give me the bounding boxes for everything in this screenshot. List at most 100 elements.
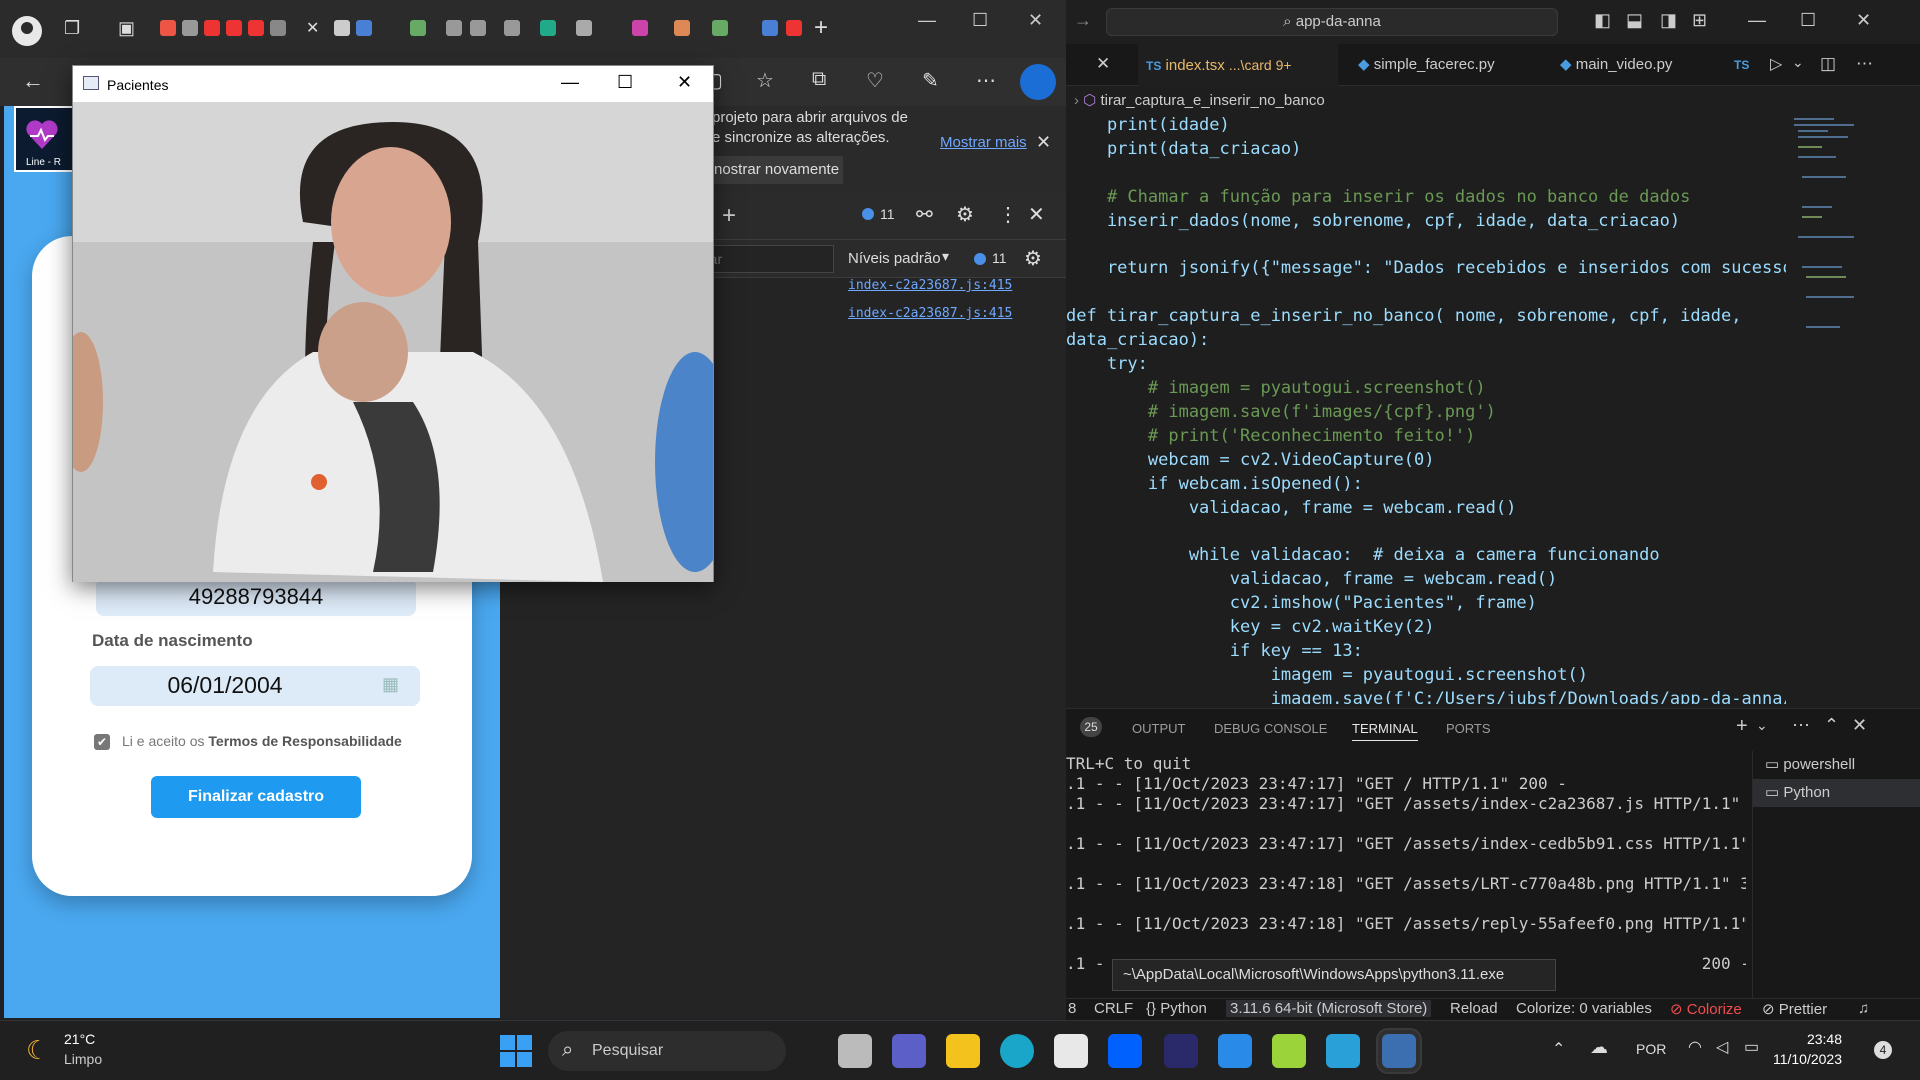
- tab-favicon-icon[interactable]: [576, 20, 592, 36]
- vscode-icon[interactable]: [1218, 1034, 1252, 1068]
- terminal-list-item[interactable]: ▭ powershell: [1753, 751, 1920, 779]
- maximize-panel-icon[interactable]: ⌃: [1824, 715, 1839, 736]
- tab-debug-console[interactable]: DEBUG CONSOLE: [1214, 721, 1327, 736]
- tab-favicon-icon[interactable]: [762, 20, 778, 36]
- extensions-icon[interactable]: ✎: [922, 68, 939, 93]
- minimize-icon[interactable]: —: [561, 72, 579, 93]
- github-icon[interactable]: [504, 20, 520, 36]
- toggle-panel-icon[interactable]: ⬓: [1626, 10, 1643, 31]
- taskbar-search[interactable]: ⌕ Pesquisar: [548, 1031, 786, 1071]
- customize-layout-icon[interactable]: ⊞: [1692, 10, 1707, 31]
- calendar-icon[interactable]: ▦: [382, 674, 399, 695]
- status-colorize-vars[interactable]: Colorize: 0 variables: [1516, 1000, 1652, 1017]
- show-more-link[interactable]: Mostrar mais: [940, 134, 1027, 151]
- weather-temp[interactable]: 21°C: [64, 1031, 95, 1047]
- levels-dropdown[interactable]: Níveis padrão: [848, 250, 941, 267]
- notifications-bell-icon[interactable]: ♫: [1858, 1000, 1869, 1017]
- more-actions-icon[interactable]: ⋯: [1792, 715, 1810, 736]
- tab-ports[interactable]: PORTS: [1446, 721, 1491, 736]
- status-language[interactable]: {} Python: [1146, 1000, 1207, 1017]
- tab-favicon-icon[interactable]: [632, 20, 648, 36]
- close-panel-icon[interactable]: ✕: [1852, 715, 1867, 736]
- github-icon[interactable]: [182, 20, 198, 36]
- dont-show-again-button[interactable]: nostrar novamente: [710, 156, 844, 184]
- tab-favicon-icon[interactable]: [712, 20, 728, 36]
- profile-avatar[interactable]: [12, 16, 42, 46]
- new-tab-icon[interactable]: +: [814, 14, 828, 42]
- python-icon[interactable]: [1378, 1030, 1420, 1072]
- tab-favicon-icon[interactable]: [674, 20, 690, 36]
- close-devtools-icon[interactable]: ✕: [1028, 202, 1045, 227]
- start-windows-icon[interactable]: [500, 1035, 532, 1067]
- chevron-down-icon[interactable]: ⌄: [1792, 54, 1804, 71]
- more-vertical-icon[interactable]: ⋮: [998, 202, 1018, 227]
- close-icon[interactable]: ✕: [677, 72, 692, 93]
- console-settings-icon[interactable]: ⚙: [1024, 246, 1042, 271]
- tab-overflow[interactable]: TS: [1726, 44, 1766, 86]
- new-terminal-icon[interactable]: +: [1736, 715, 1748, 738]
- security-icon[interactable]: [1164, 1034, 1198, 1068]
- store-icon[interactable]: [1054, 1034, 1088, 1068]
- toggle-secondary-sidebar-icon[interactable]: ◨: [1660, 10, 1677, 31]
- close-icon[interactable]: ✕: [1028, 10, 1043, 31]
- filter-input[interactable]: [700, 245, 834, 273]
- clock-time[interactable]: 23:48: [1790, 1031, 1842, 1047]
- chevron-down-icon[interactable]: ▾: [942, 248, 949, 265]
- issues-icon[interactable]: [974, 253, 986, 265]
- problems-count-badge[interactable]: 25: [1080, 717, 1102, 737]
- bing-icon[interactable]: [356, 20, 372, 36]
- minimize-icon[interactable]: —: [918, 10, 936, 31]
- finalize-registration-button[interactable]: Finalizar cadastro: [151, 776, 361, 818]
- youtube-icon[interactable]: [248, 20, 264, 36]
- settings-gear-icon[interactable]: ⚙: [956, 202, 974, 227]
- code-editor[interactable]: print(idade) print(data_criacao) # Chama…: [1066, 114, 1786, 704]
- dropbox-icon[interactable]: [1108, 1034, 1142, 1068]
- language-indicator[interactable]: POR: [1636, 1041, 1666, 1057]
- tab-favicon-icon[interactable]: [270, 20, 286, 36]
- workspaces-icon[interactable]: ❐: [64, 18, 80, 39]
- task-view-icon[interactable]: [838, 1034, 872, 1068]
- wifi-icon[interactable]: ◠: [1688, 1037, 1702, 1057]
- add-tool-icon[interactable]: +: [722, 202, 736, 230]
- weather-condition[interactable]: Limpo: [64, 1051, 102, 1067]
- terms-link[interactable]: Termos de Responsabilidade: [208, 733, 401, 749]
- app-icon[interactable]: [1272, 1034, 1306, 1068]
- file-explorer-icon[interactable]: [946, 1034, 980, 1068]
- moon-weather-icon[interactable]: ☾: [26, 1035, 49, 1066]
- notepad-icon[interactable]: [1326, 1034, 1360, 1068]
- tab-terminal[interactable]: TERMINAL: [1352, 721, 1418, 741]
- teams-icon[interactable]: [892, 1034, 926, 1068]
- toggle-sidebar-icon[interactable]: ◧: [1594, 10, 1611, 31]
- tab-simple-facerec[interactable]: ◆ simple_facerec.py: [1350, 44, 1540, 86]
- copilot-bing-icon[interactable]: [1020, 64, 1056, 100]
- back-arrow-icon[interactable]: ←: [22, 68, 44, 94]
- browser-essentials-icon[interactable]: ♡: [866, 68, 884, 93]
- chevron-up-icon[interactable]: ⌃: [1552, 1039, 1565, 1059]
- breadcrumb-function[interactable]: tirar_captura_e_inserir_no_banco: [1100, 92, 1324, 109]
- maximize-icon[interactable]: ☐: [617, 72, 633, 93]
- terminal-list-item[interactable]: ▭ Python: [1753, 779, 1920, 807]
- messages-icon[interactable]: [862, 208, 874, 220]
- collections-icon[interactable]: ⧉: [812, 68, 826, 91]
- spreadsheet-icon[interactable]: [540, 20, 556, 36]
- status-spaces[interactable]: 8: [1068, 1000, 1076, 1017]
- terms-checkbox[interactable]: ✔: [94, 734, 110, 750]
- clock-date[interactable]: 11/10/2023: [1770, 1051, 1842, 1067]
- tab-actions-icon[interactable]: ▣: [118, 18, 135, 39]
- github-icon[interactable]: [470, 20, 486, 36]
- maximize-icon[interactable]: ☐: [972, 10, 988, 31]
- source-link[interactable]: index-c2a23687.js:415: [848, 278, 1012, 293]
- minimize-icon[interactable]: —: [1748, 10, 1766, 31]
- favorites-star-icon[interactable]: ☆: [756, 68, 774, 93]
- status-reload[interactable]: Reload: [1450, 1000, 1498, 1017]
- close-tab-icon[interactable]: ✕: [1096, 54, 1110, 74]
- close-notice-icon[interactable]: ✕: [1036, 132, 1051, 153]
- status-prettier[interactable]: ⊘ Prettier: [1762, 1000, 1827, 1018]
- notification-badge[interactable]: 4: [1874, 1041, 1892, 1059]
- youtube-icon[interactable]: [204, 20, 220, 36]
- close-tab-icon[interactable]: ✕: [306, 18, 319, 38]
- dob-field[interactable]: 06/01/2004: [90, 666, 420, 706]
- more-options-icon[interactable]: ⋯: [976, 68, 996, 93]
- tab-main-video[interactable]: ◆ main_video.py: [1552, 44, 1712, 86]
- nav-forward-icon[interactable]: →: [1074, 10, 1092, 31]
